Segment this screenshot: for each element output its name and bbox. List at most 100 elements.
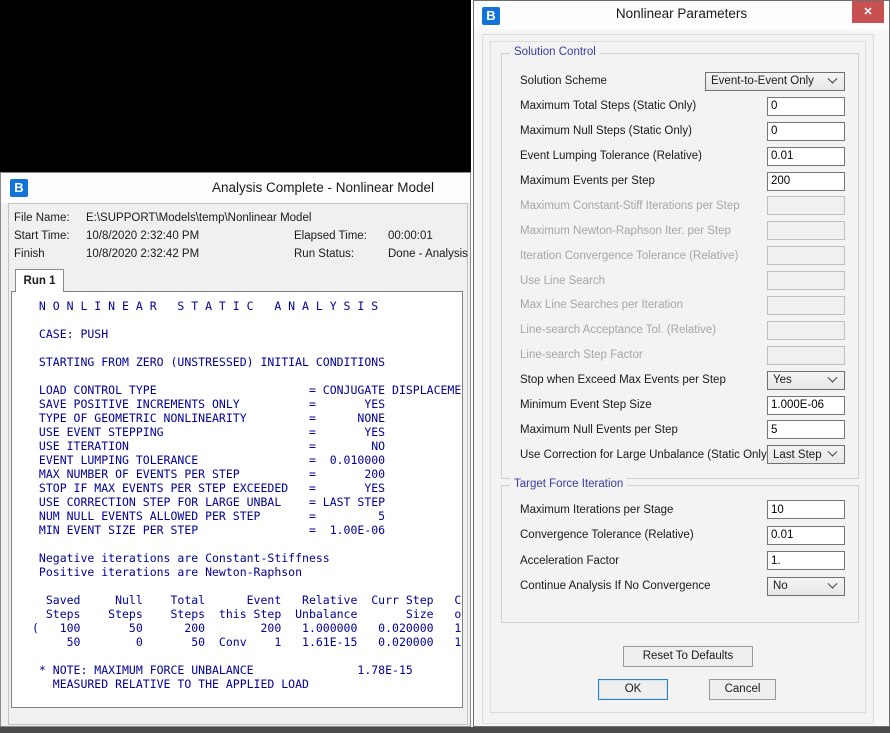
- maximum-total-steps-row: Maximum Total Steps (Static Only): [502, 94, 858, 119]
- maximum-null-steps-input[interactable]: [767, 121, 845, 141]
- use-correction-for-large-unbalance-label: Use Correction for Large Unbalance (Stat…: [520, 448, 767, 461]
- line-search-step-factor-label: Line-search Step Factor: [520, 349, 643, 362]
- analysis-console[interactable]: N O N L I N E A R S T A T I C A N A L Y …: [11, 291, 463, 708]
- iteration-convergence-tolerance-label: Iteration Convergence Tolerance (Relativ…: [520, 249, 739, 262]
- use-correction-for-large-unbalance-row: Use Correction for Large Unbalance (Stat…: [502, 442, 858, 467]
- analysis-complete-window: B Analysis Complete - Nonlinear Model Fi…: [0, 172, 471, 727]
- dialog-title: Nonlinear Parameters: [615, 6, 748, 21]
- run-status-value: Done - Analysis Cor: [388, 248, 470, 260]
- target-force-iteration-group-title: Target Force Iteration: [510, 478, 628, 490]
- max-line-searches-per-iteration-input: [767, 295, 845, 315]
- solution-control-group: Solution Control Solution Scheme Event-to…: [501, 46, 859, 479]
- max-line-searches-per-iteration-label: Max Line Searches per Iteration: [520, 299, 684, 312]
- chevron-down-icon: [827, 372, 838, 383]
- maximum-iterations-per-stage-input[interactable]: [767, 500, 845, 520]
- maximum-events-per-step-row: Maximum Events per Step: [502, 169, 858, 194]
- use-correction-for-large-unbalance-dropdown[interactable]: Last Step: [767, 445, 845, 465]
- continue-analysis-if-no-convergence-row: Continue Analysis If No Convergence No: [502, 574, 858, 600]
- chevron-down-icon: [827, 447, 838, 457]
- close-button[interactable]: ✕: [852, 1, 884, 23]
- stop-when-exceed-max-events-dropdown[interactable]: Yes: [767, 370, 845, 390]
- max-line-searches-per-iteration-row: Max Line Searches per Iteration: [502, 293, 858, 318]
- line-search-acceptance-tol-input: [767, 320, 845, 340]
- convergence-tolerance-input[interactable]: [767, 525, 845, 545]
- continue-analysis-if-no-convergence-selected-value: No: [773, 580, 788, 593]
- maximum-newton-raphson-iter-input: [767, 221, 845, 241]
- stop-when-exceed-max-events-row: Stop when Exceed Max Events per Step Yes: [502, 368, 858, 393]
- solution-scheme-label: Solution Scheme: [520, 75, 607, 88]
- chevron-down-icon: [827, 578, 838, 589]
- finish-label: Finish: [14, 248, 45, 260]
- solution-scheme-row: Solution Scheme Event-to-Event Only: [502, 69, 858, 94]
- convergence-tolerance-label: Convergence Tolerance (Relative): [520, 529, 694, 542]
- elapsed-time-value: 00:00:01: [388, 230, 433, 242]
- minimum-event-step-size-label: Minimum Event Step Size: [520, 399, 652, 412]
- line-search-step-factor-input: [767, 345, 845, 365]
- use-line-search-input: [767, 271, 845, 291]
- solution-scheme-selected-value: Event-to-Event Only: [711, 75, 814, 88]
- ok-button[interactable]: OK: [598, 679, 668, 700]
- elapsed-time-label: Elapsed Time:: [294, 230, 367, 242]
- iteration-convergence-tolerance-input: [767, 246, 845, 266]
- maximum-constant-stiff-iterations-input: [767, 196, 845, 216]
- solution-scheme-dropdown[interactable]: Event-to-Event Only: [705, 71, 845, 91]
- event-lumping-tolerance-input[interactable]: [767, 146, 845, 166]
- maximum-null-events-per-step-row: Maximum Null Events per Step: [502, 417, 858, 442]
- maximum-constant-stiff-iterations-label: Maximum Constant-Stiff Iterations per St…: [520, 199, 740, 212]
- maximum-total-steps-label: Maximum Total Steps (Static Only): [520, 100, 697, 113]
- maximum-newton-raphson-iter-label: Maximum Newton-Raphson Iter. per Step: [520, 224, 731, 237]
- finish-time-value: 10/8/2020 2:32:42 PM: [86, 248, 200, 260]
- acceleration-factor-label: Acceleration Factor: [520, 554, 620, 567]
- nonlinear-parameters-dialog: B Nonlinear Parameters ✕ Solution Contro…: [473, 0, 890, 727]
- start-time-value: 10/8/2020 2:32:40 PM: [86, 230, 200, 242]
- continue-analysis-if-no-convergence-label: Continue Analysis If No Convergence: [520, 580, 711, 593]
- line-search-step-factor-row: Line-search Step Factor: [502, 343, 858, 368]
- maximum-null-steps-label: Maximum Null Steps (Static Only): [520, 125, 692, 138]
- stop-when-exceed-max-events-label: Stop when Exceed Max Events per Step: [520, 374, 726, 387]
- chevron-down-icon: [827, 73, 838, 84]
- acceleration-factor-row: Acceleration Factor: [502, 548, 858, 574]
- file-name-label: File Name:: [14, 212, 70, 224]
- run-status-label: Run Status:: [294, 248, 355, 260]
- event-lumping-tolerance-label: Event Lumping Tolerance (Relative): [520, 150, 702, 163]
- maximum-iterations-per-stage-row: Maximum Iterations per Stage: [502, 497, 858, 523]
- screen: B Analysis Complete - Nonlinear Model Fi…: [0, 0, 890, 733]
- maximum-events-per-step-label: Maximum Events per Step: [520, 175, 655, 187]
- continue-analysis-if-no-convergence-dropdown[interactable]: No: [767, 576, 845, 596]
- use-correction-for-large-unbalance-selected-value: Last Step: [773, 448, 822, 461]
- maximum-constant-stiff-iterations-row: Maximum Constant-Stiff Iterations per St…: [502, 193, 858, 218]
- maximum-events-per-step-input[interactable]: [767, 171, 845, 191]
- maximum-null-events-per-step-label: Maximum Null Events per Step: [520, 423, 678, 436]
- use-line-search-row: Use Line Search: [502, 268, 858, 293]
- analysis-window-title: Analysis Complete - Nonlinear Model: [211, 180, 435, 195]
- maximum-null-events-per-step-input[interactable]: [767, 420, 845, 440]
- finish-time-row: Finish 10/8/2020 2:32:42 PM Run Status: …: [1, 246, 470, 262]
- start-time-row: Start Time: 10/8/2020 2:32:40 PM Elapsed…: [1, 228, 470, 244]
- maximum-total-steps-input[interactable]: [767, 96, 845, 116]
- cancel-button[interactable]: Cancel: [709, 679, 776, 700]
- solution-control-group-title: Solution Control: [510, 46, 600, 58]
- tab-run-1[interactable]: Run 1: [15, 269, 64, 292]
- app-background-black: [0, 0, 471, 172]
- file-name-value: E:\SUPPORT\Models\temp\Nonlinear Model: [86, 212, 312, 224]
- dialog-titlebar[interactable]: B Nonlinear Parameters: [474, 1, 889, 29]
- event-lumping-tolerance-row: Event Lumping Tolerance (Relative): [502, 144, 858, 169]
- reset-to-defaults-button[interactable]: Reset To Defaults: [623, 646, 753, 667]
- minimum-event-step-size-row: Minimum Event Step Size: [502, 393, 858, 418]
- convergence-tolerance-row: Convergence Tolerance (Relative): [502, 523, 858, 549]
- acceleration-factor-input[interactable]: [767, 551, 845, 571]
- maximum-iterations-per-stage-label: Maximum Iterations per Stage: [520, 503, 674, 516]
- line-search-acceptance-tol-row: Line-search Acceptance Tol. (Relative): [502, 318, 858, 343]
- analysis-window-titlebar[interactable]: B Analysis Complete - Nonlinear Model: [1, 173, 470, 203]
- maximum-null-steps-row: Maximum Null Steps (Static Only): [502, 119, 858, 144]
- desktop-bottom-strip: [0, 727, 890, 733]
- target-force-iteration-group: Target Force Iteration Maximum Iteration…: [501, 478, 859, 623]
- iteration-convergence-tolerance-row: Iteration Convergence Tolerance (Relativ…: [502, 243, 858, 268]
- minimum-event-step-size-input[interactable]: [767, 395, 845, 415]
- start-time-label: Start Time:: [14, 230, 70, 242]
- stop-when-exceed-max-events-selected-value: Yes: [773, 374, 792, 387]
- maximum-newton-raphson-iter-row: Maximum Newton-Raphson Iter. per Step: [502, 218, 858, 243]
- line-search-acceptance-tol-label: Line-search Acceptance Tol. (Relative): [520, 324, 717, 337]
- file-name-row: File Name: E:\SUPPORT\Models\temp\Nonlin…: [1, 210, 470, 226]
- console-output: N O N L I N E A R S T A T I C A N A L Y …: [32, 299, 462, 691]
